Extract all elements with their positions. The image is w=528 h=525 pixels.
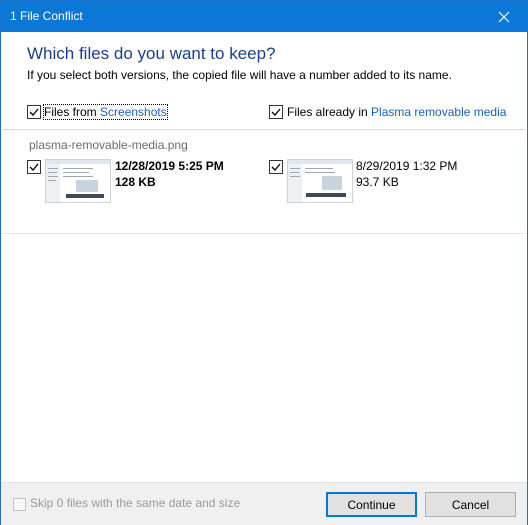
continue-button[interactable]: Continue <box>326 492 417 517</box>
header-divider <box>2 129 526 130</box>
source-all-checkbox[interactable] <box>27 105 41 119</box>
checkmark-icon <box>271 163 281 171</box>
checkmark-icon <box>29 163 39 171</box>
source-thumbnail[interactable] <box>45 159 111 203</box>
source-file-size: 128 KB <box>115 175 156 189</box>
source-header-label[interactable]: Files from Screenshots <box>43 104 168 120</box>
file-conflict-dialog: 1 File Conflict Which files do you want … <box>0 0 528 525</box>
destination-header-prefix: Files already in <box>287 105 372 119</box>
destination-location-link[interactable]: Plasma removable media <box>371 105 506 119</box>
checkmark-icon <box>271 108 281 116</box>
source-header-prefix: Files from <box>44 105 101 119</box>
dialog-subheading: If you select both versions, the copied … <box>27 68 452 82</box>
destination-file-size: 93.7 KB <box>356 175 399 189</box>
dialog-heading: Which files do you want to keep? <box>27 44 276 63</box>
source-location-link[interactable]: Screenshots <box>100 105 167 119</box>
dialog-footer: Skip 0 files with the same date and size… <box>1 482 527 525</box>
destination-all-checkbox[interactable] <box>269 105 283 119</box>
cancel-button[interactable]: Cancel <box>425 492 516 517</box>
source-file-checkbox[interactable] <box>27 160 41 174</box>
destination-file-checkbox[interactable] <box>269 160 283 174</box>
skip-same-files-label: Skip 0 files with the same date and size <box>30 496 241 510</box>
close-button[interactable] <box>481 1 527 32</box>
list-divider <box>2 233 526 234</box>
source-file-date: 12/28/2019 5:25 PM <box>115 159 224 173</box>
destination-thumbnail[interactable] <box>287 159 353 203</box>
destination-header-label[interactable]: Files already in Plasma removable media <box>287 105 506 119</box>
close-icon <box>498 11 510 22</box>
title-bar: 1 File Conflict <box>1 1 527 32</box>
window-title: 1 File Conflict <box>10 9 83 23</box>
checkmark-icon <box>29 108 39 116</box>
conflict-filename: plasma-removable-media.png <box>29 138 188 152</box>
destination-file-date: 8/29/2019 1:32 PM <box>356 159 458 173</box>
skip-same-files-checkbox[interactable] <box>13 498 26 511</box>
